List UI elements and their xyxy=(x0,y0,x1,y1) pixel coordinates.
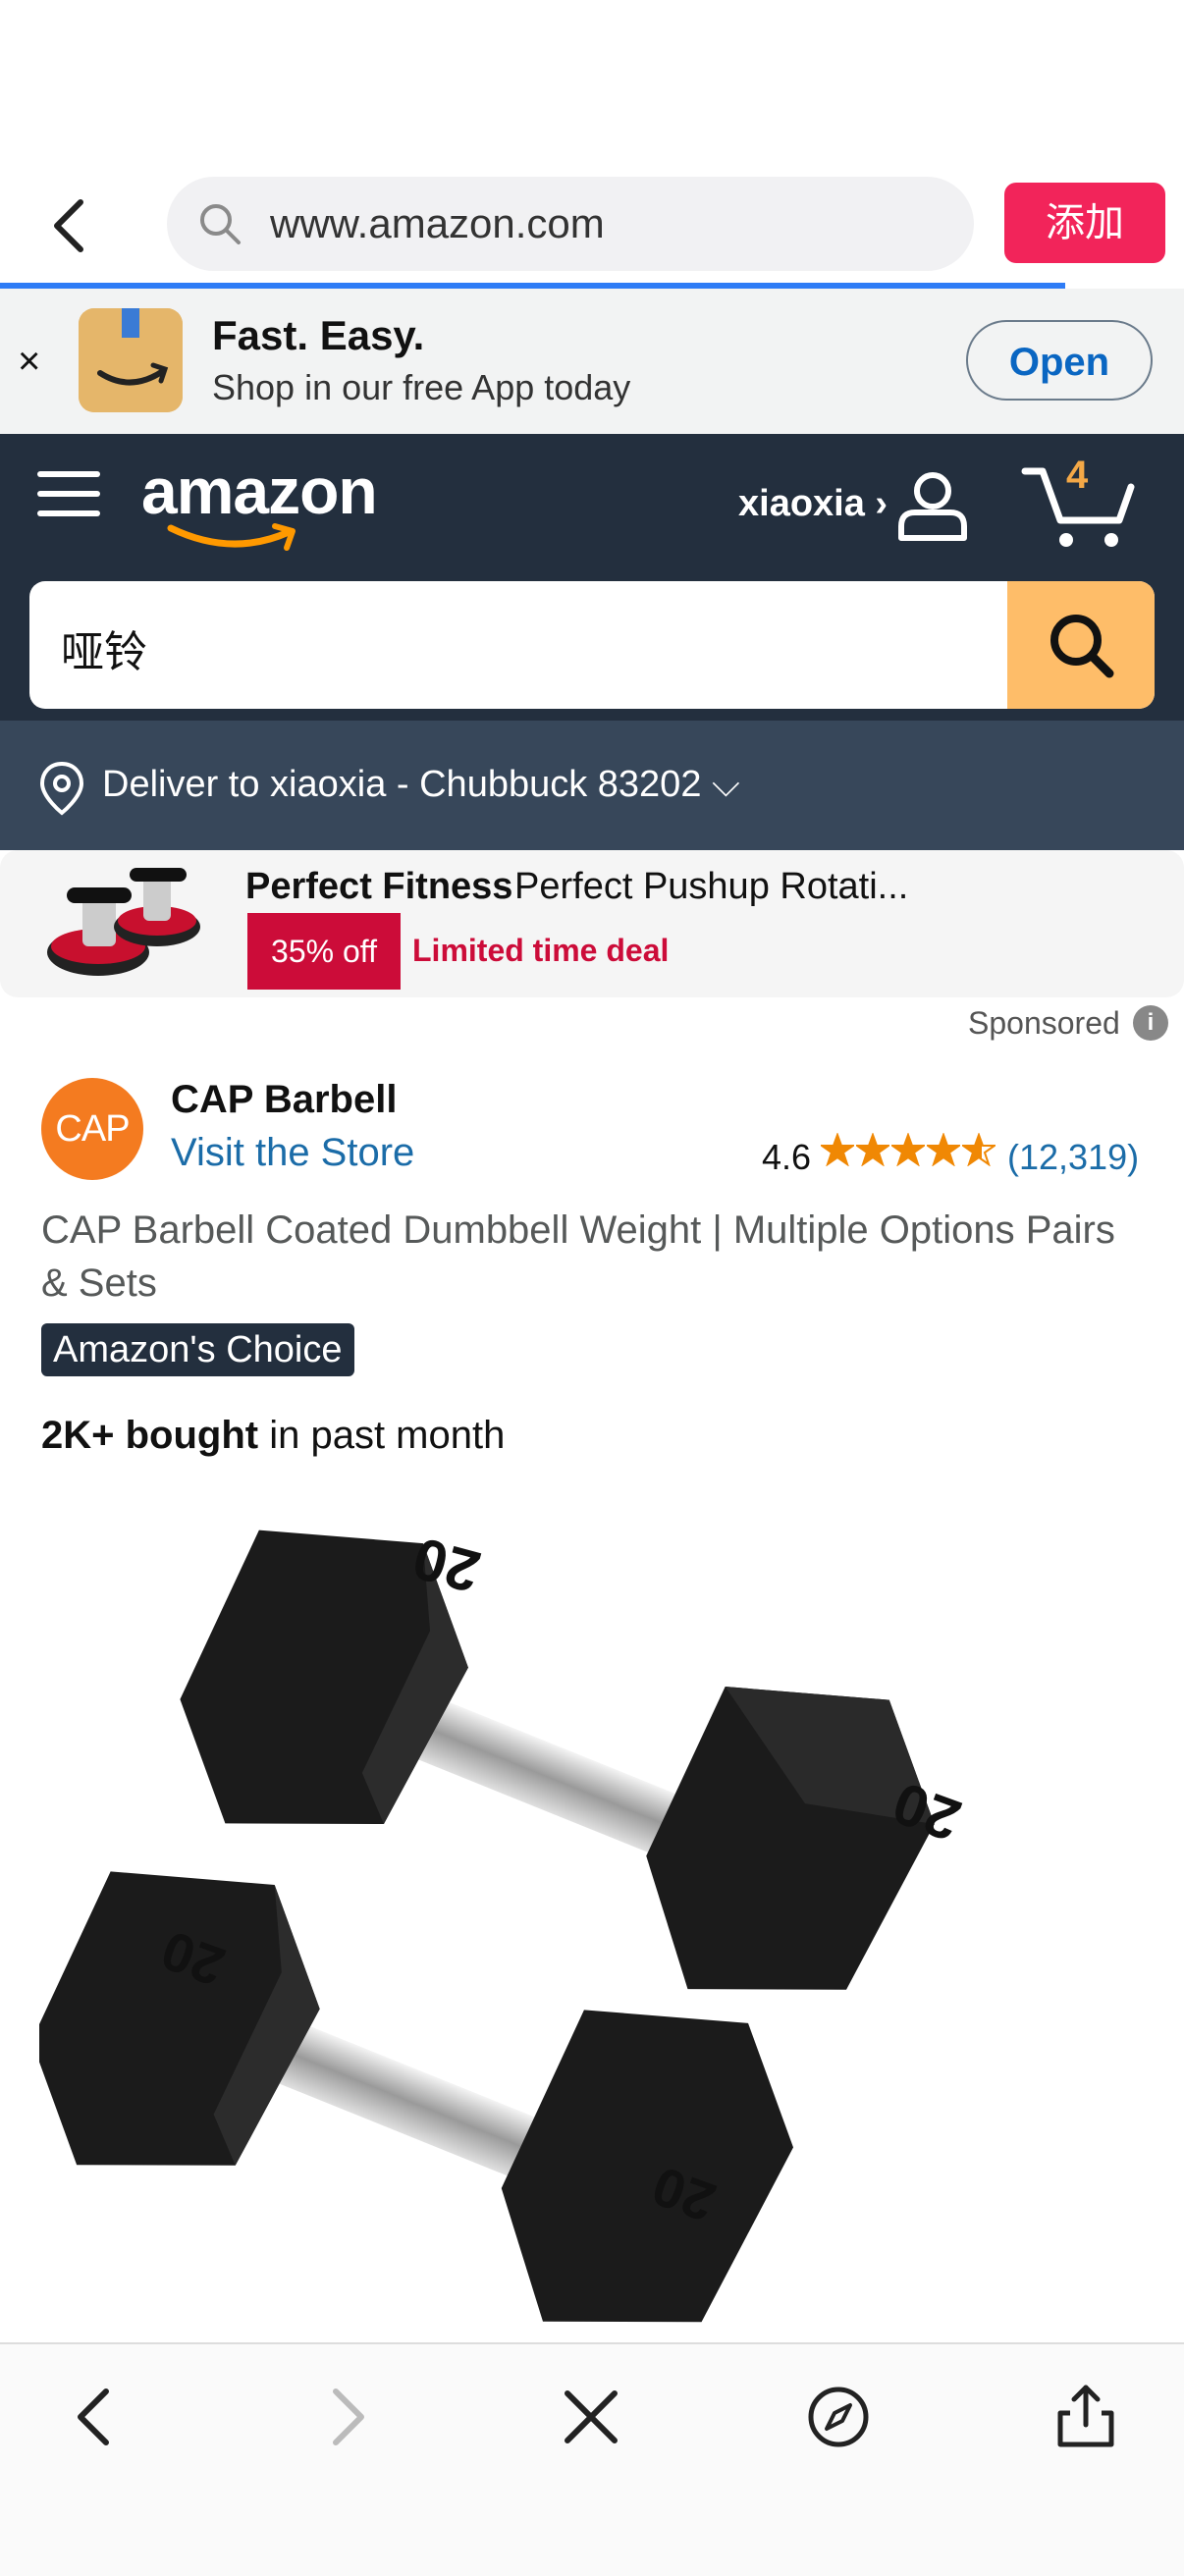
star-icon xyxy=(821,1133,854,1166)
close-icon[interactable]: × xyxy=(18,338,40,385)
app-banner-title: Fast. Easy. xyxy=(212,312,425,358)
discount-badge: 35% off xyxy=(247,913,401,990)
ad-title[interactable]: Perfect Pushup Rotati... xyxy=(514,866,908,908)
pushup-handles-image xyxy=(47,868,200,976)
amazons-choice-badge: Amazon's Choice xyxy=(41,1323,354,1376)
bought-suffix: in past month xyxy=(258,1414,506,1457)
rating-value: 4.6 xyxy=(762,1137,812,1177)
sponsored-label: Sponsored xyxy=(968,1005,1120,1041)
bought-in-past-month: 2K+ bought in past month xyxy=(41,1414,505,1458)
search-input[interactable]: 哑铃 xyxy=(61,617,147,679)
review-count-link[interactable]: (12,319) xyxy=(1007,1137,1139,1178)
location-pin-icon xyxy=(39,761,84,816)
account-name[interactable]: xiaoxia › xyxy=(738,483,888,525)
account-icon[interactable] xyxy=(895,467,970,542)
product-image[interactable]: 20 20 20 20 xyxy=(39,1492,1158,2346)
search-button[interactable] xyxy=(1007,581,1155,709)
brand-logo[interactable]: CAP xyxy=(41,1078,143,1180)
deliver-to-text[interactable]: Deliver to xiaoxia - Chubbuck 83202 ⌵ xyxy=(102,764,740,806)
visit-store-link[interactable]: Visit the Store xyxy=(171,1131,414,1175)
brand-name: CAP Barbell xyxy=(171,1078,398,1121)
amazon-app-logo xyxy=(79,308,183,412)
star-rating[interactable] xyxy=(821,1133,997,1176)
share-icon[interactable] xyxy=(1047,2378,1125,2456)
package-icon xyxy=(79,308,183,412)
bought-count: 2K+ bought xyxy=(41,1414,259,1457)
app-banner-subtitle: Shop in our free App today xyxy=(212,367,631,407)
info-icon[interactable]: i xyxy=(1133,1005,1168,1041)
search-icon xyxy=(200,204,241,244)
menu-icon[interactable] xyxy=(37,471,100,534)
star-icon xyxy=(891,1133,925,1166)
forward-icon[interactable] xyxy=(306,2378,385,2456)
ad-brand[interactable]: Perfect Fitness xyxy=(245,866,512,908)
star-icon xyxy=(962,1133,996,1166)
back-icon[interactable] xyxy=(57,2378,135,2456)
search-icon xyxy=(1050,615,1114,678)
star-icon xyxy=(856,1133,889,1166)
deal-label: Limited time deal xyxy=(412,933,670,968)
star-icon xyxy=(927,1133,960,1166)
back-chevron-icon[interactable] xyxy=(47,196,96,255)
amazon-logo[interactable]: amazon xyxy=(141,454,378,528)
cart-count-badge: 4 xyxy=(1066,454,1089,497)
amazon-smile-icon xyxy=(167,523,296,551)
close-icon[interactable] xyxy=(552,2378,630,2456)
open-app-button[interactable]: Open xyxy=(966,320,1153,401)
search-box[interactable] xyxy=(29,581,1155,709)
add-button[interactable]: 添加 xyxy=(1004,183,1165,263)
product-title: CAP Barbell Coated Dumbbell Weight | Mul… xyxy=(41,1208,1115,1305)
url-text[interactable]: www.amazon.com xyxy=(270,198,605,249)
compass-icon[interactable] xyxy=(799,2378,878,2456)
